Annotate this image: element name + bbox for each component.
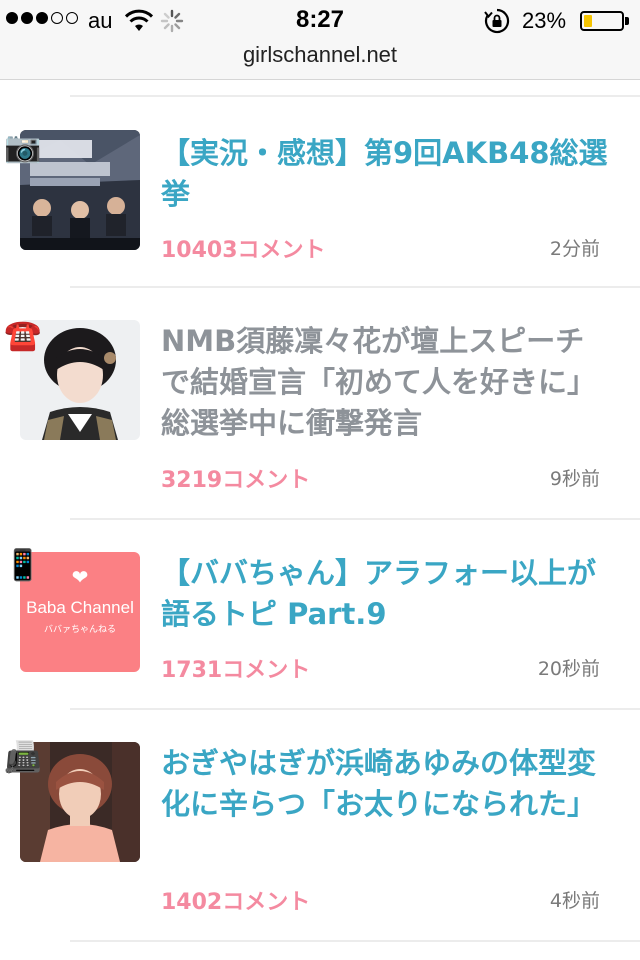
rotation-lock-icon [484,8,510,34]
thumbnail-sub-text: ババァちゃんねる [43,625,116,635]
comment-count: 10403コメント [161,238,326,263]
list-divider [70,940,640,942]
topic-title[interactable]: おぎやはぎが浜崎あゆみの体型変化に辛らつ「お太りになられた」 [161,743,611,825]
battery-percentage: 23% [522,8,567,33]
topic-title[interactable]: NMB須藤凜々花が壇上スピーチで結婚宣言「初めて人を好きに」総選挙中に衝撃発言 [161,321,611,444]
post-time: 9秒前 [549,468,600,490]
camera-icon: 📷 [4,130,42,165]
topic-list-item[interactable]: 📷 【実況・感想】第9回AKB48総選挙 10403コメント 2分前 [0,97,640,287]
comment-count: 1402コメント [161,890,311,915]
topic-title[interactable]: 【実況・感想】第9回AKB48総選挙 [161,133,611,215]
comment-count: 1731コメント [161,658,311,683]
thumbnail-brand-text: Baba Channel [26,598,134,617]
mobile-phone-icon: 📱 [4,548,42,583]
post-time: 2分前 [549,238,600,260]
battery-level-fill [584,15,592,27]
topic-list-item[interactable]: ☎️ NMB須藤凜々花が壇上スピーチで結婚宣言「初めて人を好きに」総選挙中に衝撃… [0,288,640,518]
status-bar: au 8:27 23% [0,0,640,42]
post-time: 4秒前 [549,890,600,912]
address-bar-domain: girlschannel.net [242,42,398,67]
post-time: 20秒前 [537,658,600,680]
address-bar[interactable]: girlschannel.net [0,38,640,80]
battery-icon [580,11,629,31]
topic-list-item[interactable]: ❤ Baba Channel ババァちゃんねる 📱 【ババちゃん】アラフォー以上… [0,520,640,708]
fax-icon: 📠 [4,740,42,775]
telephone-icon: ☎️ [4,318,42,353]
topic-list-item[interactable]: 📠 おぎやはぎが浜崎あゆみの体型変化に辛らつ「お太りになられた」 1402コメン… [0,710,640,940]
topic-title[interactable]: 【ババちゃん】アラフォー以上が語るトピ Part.9 [161,553,611,635]
comment-count: 3219コメント [161,468,311,493]
